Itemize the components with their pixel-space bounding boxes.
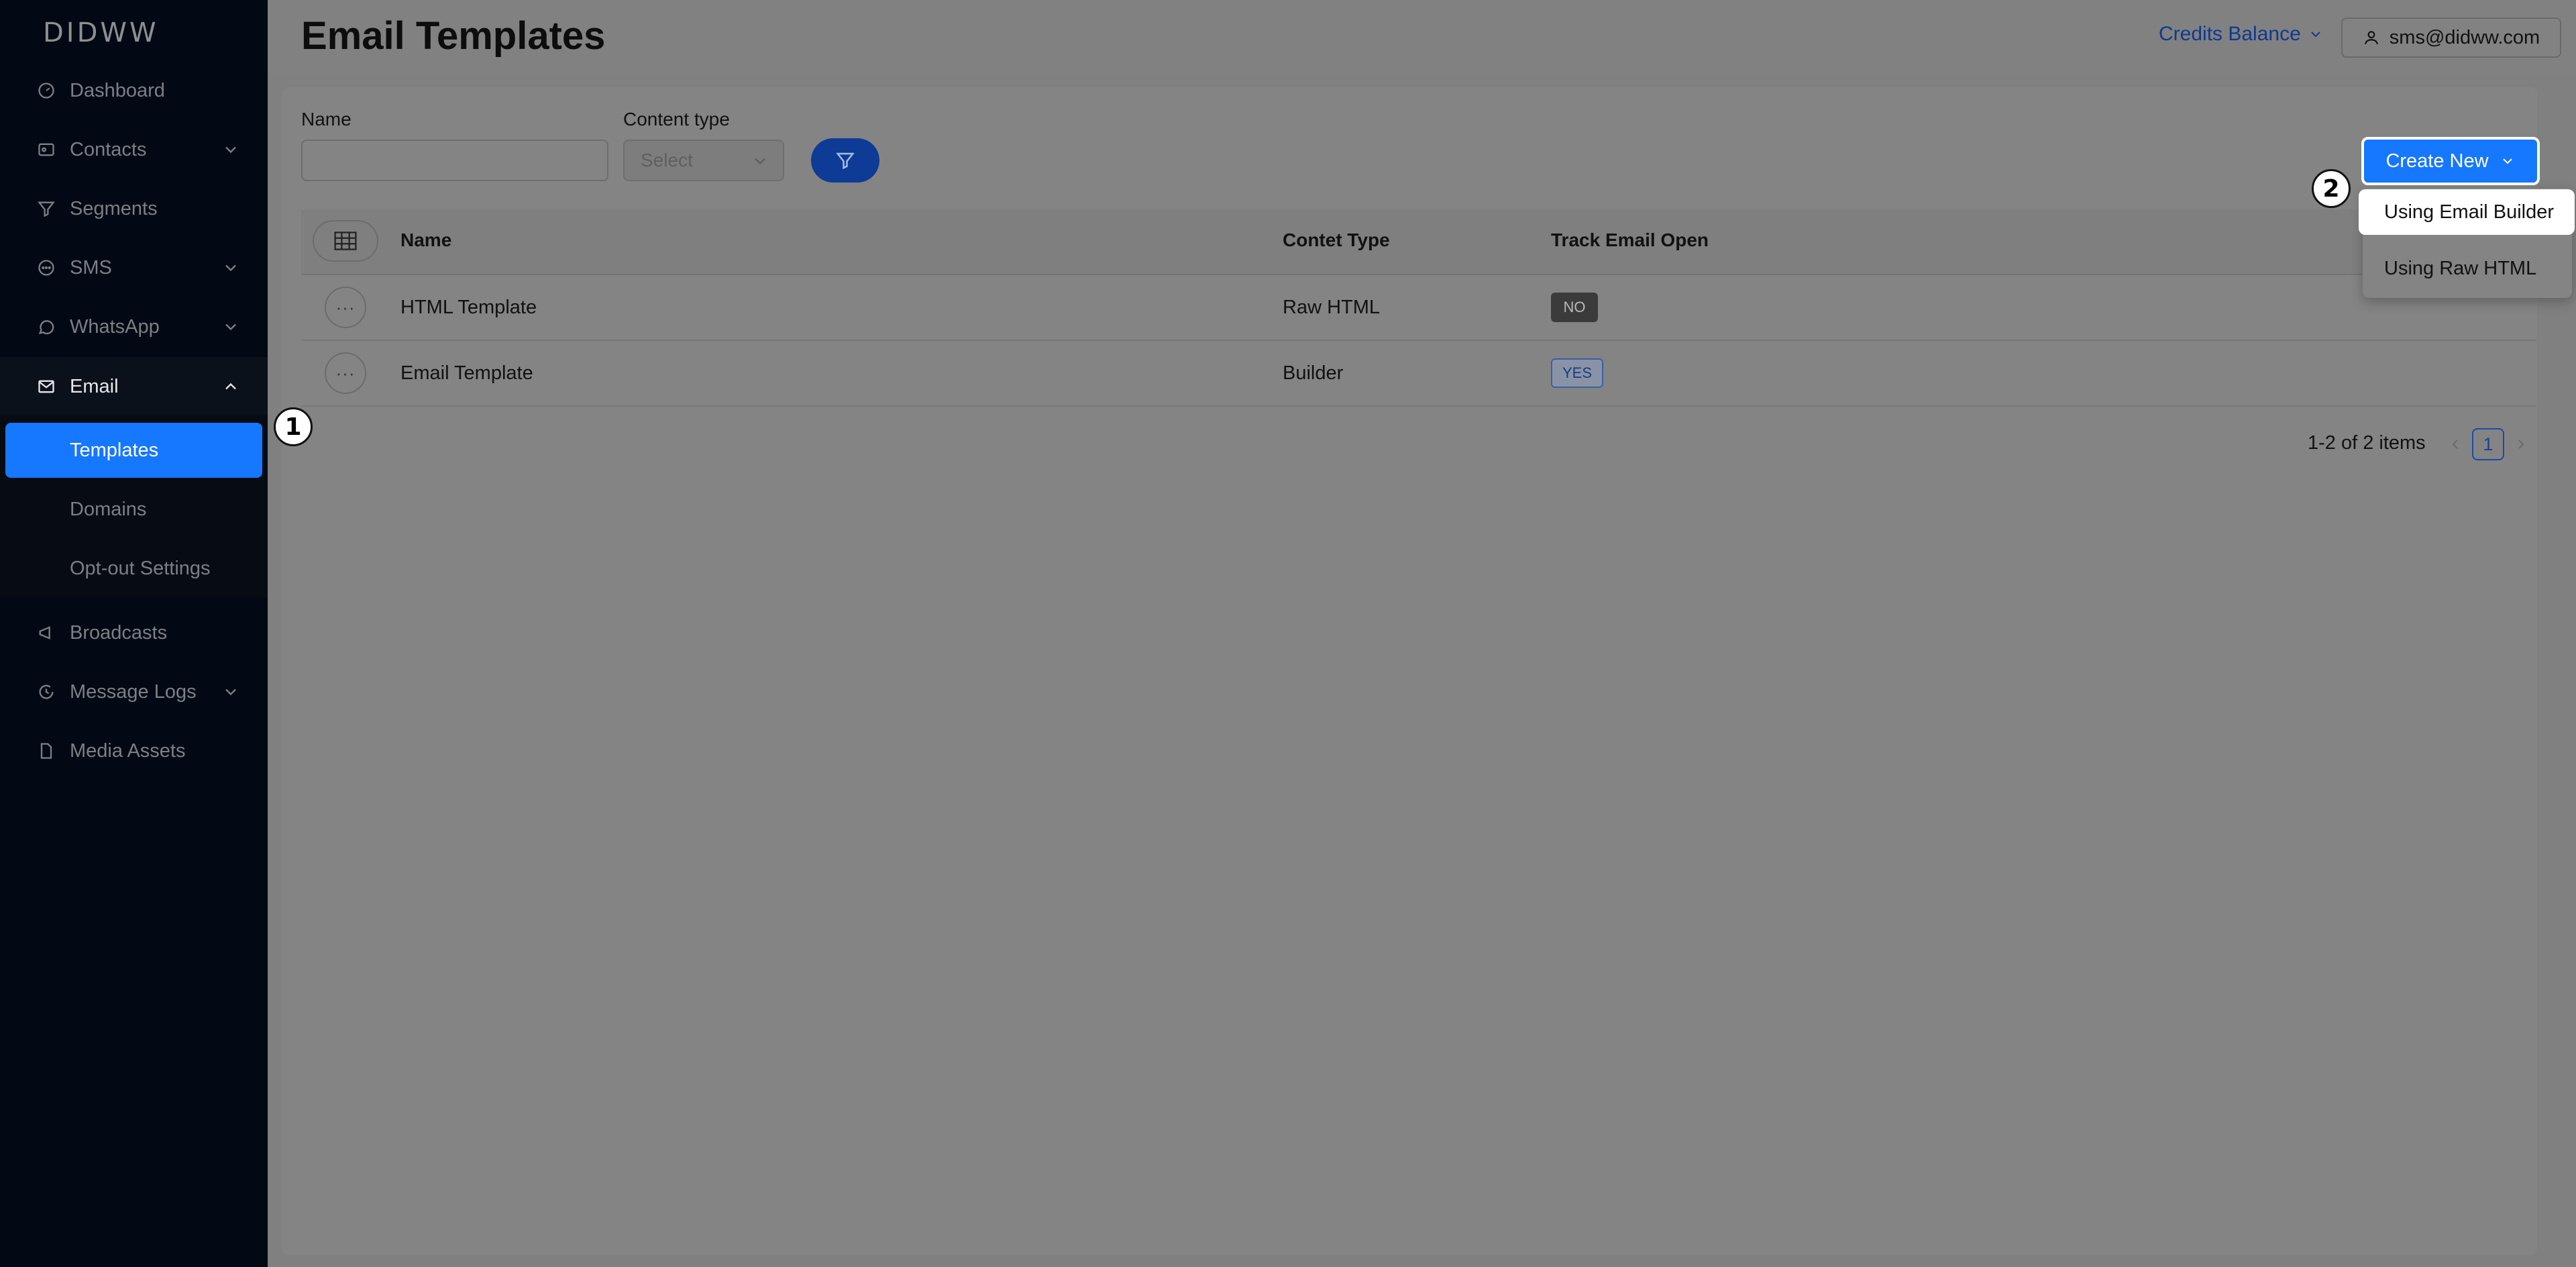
sidebar-item-message-logs[interactable]: Message Logs [0, 662, 268, 721]
sidebar-item-contacts[interactable]: Contacts [0, 120, 268, 179]
step-marker-2: 2 [2312, 169, 2351, 208]
name-filter-input[interactable] [301, 140, 608, 181]
filter-icon [836, 152, 855, 170]
content-type-filter-label: Content type [623, 109, 730, 130]
sidebar-item-media-assets[interactable]: Media Assets [0, 721, 268, 780]
page-title: Email Templates [301, 14, 606, 58]
create-new-label: Create New [2385, 150, 2489, 172]
sidebar-item-email[interactable]: Email [0, 357, 268, 416]
sidebar-item-label: Media Assets [70, 740, 186, 762]
step-marker-1: 1 [274, 407, 313, 446]
table-header [301, 209, 2536, 275]
content-type-placeholder: Select [641, 150, 693, 170]
chevron-right-icon[interactable] [2513, 436, 2529, 452]
menu-item-using-raw-html[interactable]: Using Raw HTML [2384, 258, 2536, 280]
sidebar-item-label: Email [70, 375, 119, 397]
chevron-down-icon [2311, 32, 2320, 38]
content-type-select[interactable]: Select [623, 140, 784, 181]
pagination-summary: 1-2 of 2 items [2308, 432, 2426, 454]
sidebar-item-label: Dashboard [70, 79, 165, 101]
sidebar-item-label: Broadcasts [70, 621, 168, 644]
table-row [301, 275, 2536, 341]
menu-item-using-email-builder[interactable]: Using Email Builder [2359, 189, 2575, 235]
sidebar-item-label: Domains [70, 498, 147, 520]
sidebar-item-label: Segments [70, 197, 158, 219]
create-new-button[interactable]: Create New [2361, 137, 2540, 185]
app-logo[interactable]: DIDWW [43, 17, 159, 48]
sidebar-item-segments[interactable]: Segments [0, 179, 268, 238]
table-icon [334, 232, 357, 250]
sidebar-subitem-templates[interactable]: Templates [5, 423, 262, 478]
sidebar-item-whatsapp[interactable]: WhatsApp [0, 297, 268, 356]
contacts-icon [36, 140, 56, 160]
track-status-badge: YES [1551, 358, 1603, 388]
sms-icon [36, 258, 56, 278]
filter-icon [36, 199, 56, 219]
megaphone-icon [36, 623, 56, 643]
column-header-track-email-open[interactable]: Track Email Open [1551, 230, 1709, 251]
name-filter-label: Name [301, 109, 352, 130]
credits-balance-label: Credits Balance [2159, 23, 2301, 45]
apply-filter-button[interactable] [811, 138, 879, 183]
sidebar-item-broadcasts[interactable]: Broadcasts [0, 603, 268, 662]
template-name: Email Template [400, 362, 533, 384]
chevron-up-icon [225, 383, 236, 390]
sidebar-item-label: WhatsApp [70, 315, 160, 338]
user-icon [2365, 31, 2378, 44]
column-header-content-type[interactable]: Contet Type [1283, 230, 1390, 251]
sidebar-item-label: Opt-out Settings [70, 557, 211, 579]
template-content-type: Raw HTML [1283, 297, 1381, 318]
sidebar-subitem-opt-out-settings[interactable]: Opt-out Settings [0, 539, 268, 598]
pagination-page[interactable]: 1 [2472, 428, 2504, 460]
row-actions-button[interactable]: ··· [325, 352, 366, 394]
sidebar-item-sms[interactable]: SMS [0, 238, 268, 297]
sidebar-item-label: Message Logs [70, 680, 197, 703]
column-header-name[interactable]: Name [400, 230, 451, 251]
column-settings-button[interactable] [313, 220, 378, 262]
chevron-down-icon [225, 323, 236, 331]
chevron-down-icon [225, 146, 236, 154]
dashboard-icon [36, 81, 56, 101]
sidebar-item-label: Contacts [70, 138, 147, 160]
sidebar-subitem-domains[interactable]: Domains [0, 480, 268, 539]
row-actions-button[interactable]: ··· [325, 287, 366, 328]
sidebar-item-label: SMS [70, 256, 112, 278]
user-email: sms@didww.com [2389, 26, 2540, 48]
track-status-badge: NO [1551, 293, 1598, 322]
table-row [301, 341, 2536, 407]
chevron-left-icon[interactable] [2447, 436, 2463, 452]
user-menu-button[interactable]: sms@didww.com [2341, 17, 2561, 58]
template-name: HTML Template [400, 297, 537, 318]
chevron-down-icon [755, 158, 765, 165]
chevron-down-icon [225, 264, 236, 272]
template-content-type: Builder [1283, 362, 1344, 384]
credits-balance-dropdown[interactable]: Credits Balance [2159, 23, 2324, 46]
file-icon [36, 741, 56, 761]
sidebar-item-dashboard[interactable]: Dashboard [0, 61, 268, 120]
mail-icon [36, 376, 56, 397]
whatsapp-icon [36, 317, 56, 337]
chevron-down-icon [2502, 158, 2512, 164]
chevron-down-icon [225, 689, 236, 696]
history-icon [36, 682, 56, 702]
sidebar-item-label: Templates [70, 439, 159, 461]
